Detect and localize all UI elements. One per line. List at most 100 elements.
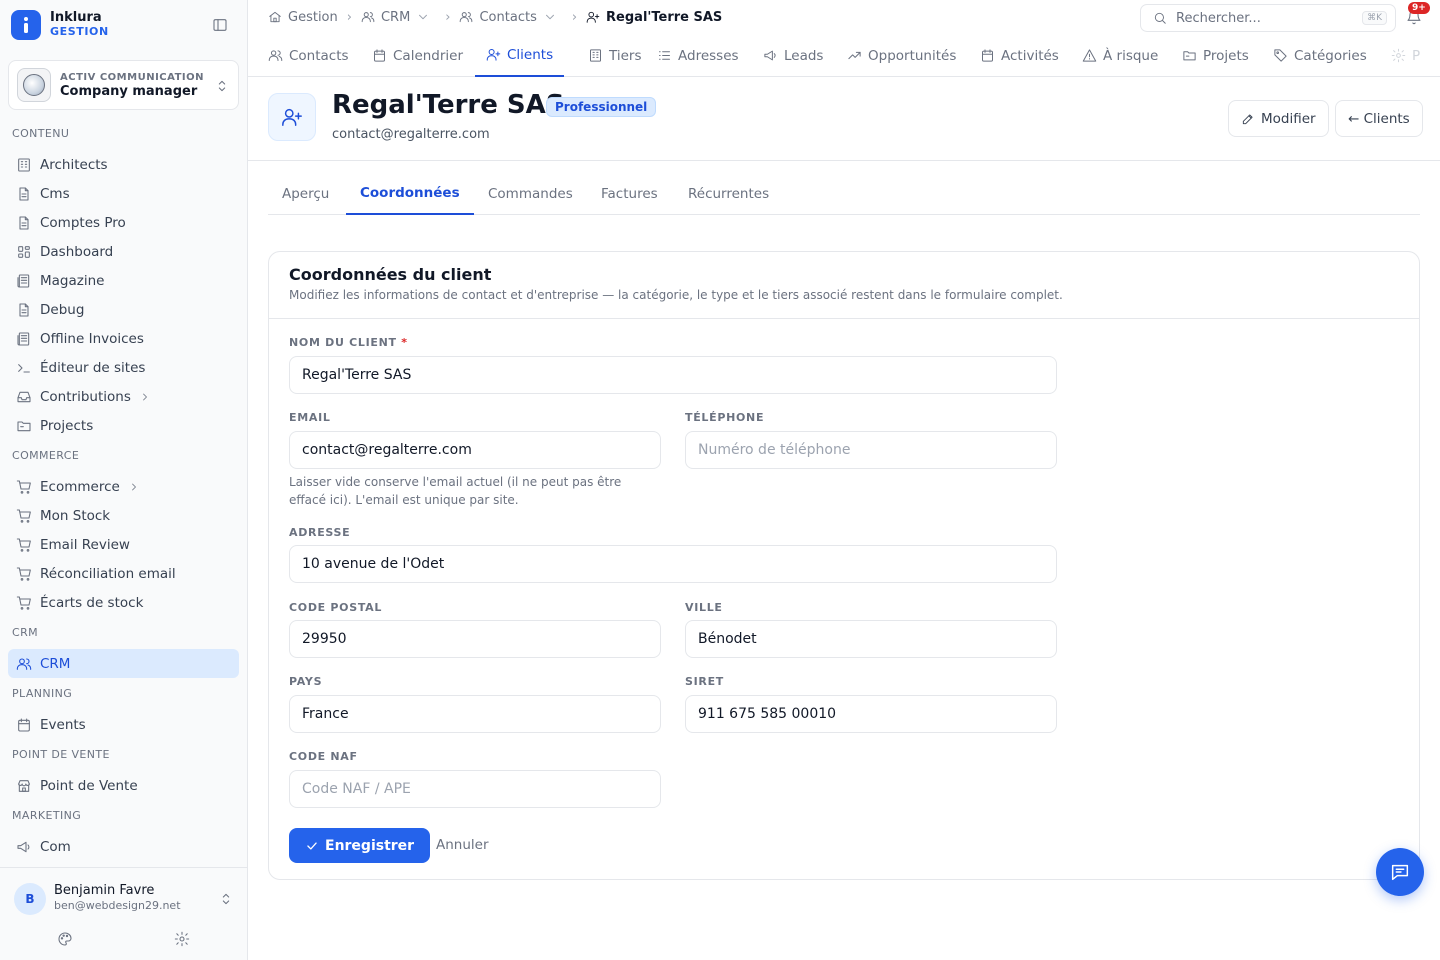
avatar: B bbox=[14, 883, 46, 915]
user-panel[interactable]: B Benjamin Favre ben@webdesign29.net bbox=[0, 867, 247, 960]
form-description: Modifiez les informations de contact et … bbox=[289, 288, 1063, 302]
breadcrumb-item-contacts[interactable]: Contacts bbox=[459, 10, 562, 25]
sidebar-item-email-review[interactable]: Email Review bbox=[8, 530, 239, 559]
sidebar-item-reconciliation-email[interactable]: Réconciliation email bbox=[8, 559, 239, 588]
sidebar-item-architects[interactable]: Architects bbox=[8, 150, 239, 179]
sidebar-item-offline-invoices[interactable]: Offline Invoices bbox=[8, 324, 239, 353]
client-icon bbox=[268, 93, 316, 141]
brand[interactable]: Inklura GESTION bbox=[11, 10, 109, 40]
naf-label: CODE NAF bbox=[289, 750, 358, 763]
user-name: Benjamin Favre bbox=[54, 883, 155, 898]
users-icon bbox=[268, 50, 283, 61]
client-tabs: Aperçu Coordonnées Commandes Factures Récurr… bbox=[268, 173, 1420, 215]
tab-p[interactable]: P bbox=[1391, 34, 1420, 77]
tab-tiers[interactable]: Tiers bbox=[588, 34, 641, 77]
cart-icon bbox=[16, 537, 31, 552]
tab-label: Catégories bbox=[1294, 47, 1367, 64]
tab-categories[interactable]: Catégories bbox=[1273, 34, 1367, 77]
tab-calendrier[interactable]: Calendrier bbox=[372, 34, 463, 77]
sidebar-item-dashboard[interactable]: Dashboard bbox=[8, 237, 239, 266]
sidebar-item-label: Architects bbox=[40, 156, 108, 173]
sidebar-item-com[interactable]: Com bbox=[8, 832, 239, 861]
subtab-factures[interactable]: Factures bbox=[587, 173, 672, 215]
nav-section-commerce: COMMERCE bbox=[12, 449, 80, 462]
nav-section-contenu: CONTENU bbox=[12, 127, 70, 140]
sidebar-item-seo[interactable]: SEO bbox=[8, 861, 239, 866]
client-type-badge: Professionnel bbox=[546, 97, 657, 117]
cancel-button[interactable]: Annuler bbox=[436, 837, 489, 853]
tab-adresses[interactable]: Adresses bbox=[657, 34, 739, 77]
country-field[interactable] bbox=[289, 695, 661, 733]
back-to-clients-button[interactable]: ← Clients bbox=[1335, 100, 1423, 137]
cart-icon bbox=[16, 595, 31, 610]
subtab-recurrentes[interactable]: Récurrentes bbox=[674, 173, 783, 215]
sidebar-item-label: Events bbox=[40, 716, 86, 733]
sidebar-item-mon-stock[interactable]: Mon Stock bbox=[8, 501, 239, 530]
chat-button[interactable] bbox=[1376, 848, 1424, 896]
tab-clients[interactable]: Clients bbox=[475, 34, 565, 77]
crm-tabs: Contacts Calendrier Clients Tiers Adresses Le… bbox=[248, 34, 1440, 77]
siret-field[interactable] bbox=[685, 695, 1057, 733]
breadcrumb-separator-icon: › bbox=[346, 9, 352, 25]
logo-icon bbox=[11, 10, 41, 40]
chevron-updown-icon[interactable] bbox=[218, 891, 234, 907]
email-field[interactable] bbox=[289, 431, 661, 469]
city-field[interactable] bbox=[685, 620, 1057, 658]
sidebar-item-ecarts-de-stock[interactable]: Écarts de stock bbox=[8, 588, 239, 617]
save-button[interactable]: Enregistrer bbox=[289, 828, 431, 863]
tab-activites[interactable]: Activités bbox=[980, 34, 1059, 77]
search-input[interactable]: Rechercher... ⌘K bbox=[1140, 4, 1396, 32]
sidebar-item-label: Écarts de stock bbox=[40, 594, 144, 611]
sidebar-item-label: Magazine bbox=[40, 272, 105, 289]
sidebar-item-label: Mon Stock bbox=[40, 507, 111, 524]
megaphone-icon bbox=[764, 50, 776, 61]
document-icon bbox=[19, 302, 29, 317]
sidebar-nav: CONTENU Architects Cms Comptes Pro Dashboard… bbox=[0, 118, 247, 866]
sidebar-item-contributions[interactable]: Contributions bbox=[8, 382, 239, 411]
search-placeholder: Rechercher... bbox=[1176, 10, 1261, 26]
sidebar-item-cms[interactable]: Cms bbox=[8, 179, 239, 208]
sidebar-item-label: Éditeur de sites bbox=[40, 359, 146, 376]
naf-field[interactable] bbox=[289, 770, 661, 808]
subtab-coordonnees[interactable]: Coordonnées bbox=[346, 173, 474, 215]
breadcrumb-item-gestion[interactable]: Gestion bbox=[268, 10, 338, 25]
sidebar-item-label: Point de Vente bbox=[40, 777, 138, 794]
tab-opportunites[interactable]: Opportunités bbox=[847, 34, 956, 77]
subtab-commandes[interactable]: Commandes bbox=[474, 173, 587, 215]
postal-code-field[interactable] bbox=[289, 620, 661, 658]
sidebar-item-editeur-de-sites[interactable]: Éditeur de sites bbox=[8, 353, 239, 382]
sidebar-item-ecommerce[interactable]: Ecommerce bbox=[8, 472, 239, 501]
subtab-apercu[interactable]: Aperçu bbox=[268, 173, 343, 215]
search-shortcut: ⌘K bbox=[1362, 11, 1387, 25]
address-field[interactable] bbox=[289, 545, 1057, 583]
chevron-down-icon[interactable] bbox=[416, 10, 430, 24]
sidebar-item-crm[interactable]: CRM bbox=[8, 649, 239, 678]
chevron-right-icon bbox=[142, 393, 147, 400]
sidebar-item-events[interactable]: Events bbox=[8, 710, 239, 739]
tab-projets[interactable]: Projets bbox=[1182, 34, 1249, 77]
phone-field[interactable] bbox=[685, 431, 1057, 469]
breadcrumb-item-crm[interactable]: CRM bbox=[361, 10, 436, 25]
notification-badge: 9+ bbox=[1408, 2, 1430, 14]
sidebar-item-point-de-vente[interactable]: Point de Vente bbox=[8, 771, 239, 800]
breadcrumb-label: Gestion bbox=[288, 9, 338, 25]
client-name-field[interactable] bbox=[289, 356, 1057, 394]
tab-leads[interactable]: Leads bbox=[763, 34, 823, 77]
sidebar-toggle-icon[interactable] bbox=[212, 17, 228, 33]
palette-icon[interactable] bbox=[57, 931, 73, 947]
org-switcher[interactable]: ACTIV COMMUNICATION Company manager bbox=[8, 60, 239, 110]
country-label: PAYS bbox=[289, 675, 323, 688]
tab-a-risque[interactable]: À risque bbox=[1082, 34, 1158, 77]
sidebar: Inklura GESTION ACTIV COMMUNICATION Comp… bbox=[0, 0, 248, 960]
calendar-icon bbox=[982, 49, 993, 62]
chevron-down-icon[interactable] bbox=[543, 10, 557, 24]
breadcrumb-label: Contacts bbox=[479, 9, 537, 25]
edit-button[interactable]: Modifier bbox=[1228, 100, 1329, 137]
sidebar-item-comptes-pro[interactable]: Comptes Pro bbox=[8, 208, 239, 237]
sidebar-item-debug[interactable]: Debug bbox=[8, 295, 239, 324]
gear-icon[interactable] bbox=[174, 931, 190, 947]
tab-contacts[interactable]: Contacts bbox=[268, 34, 349, 77]
sidebar-item-label: Comptes Pro bbox=[40, 214, 126, 231]
sidebar-item-projects[interactable]: Projects bbox=[8, 411, 239, 440]
sidebar-item-magazine[interactable]: Magazine bbox=[8, 266, 239, 295]
